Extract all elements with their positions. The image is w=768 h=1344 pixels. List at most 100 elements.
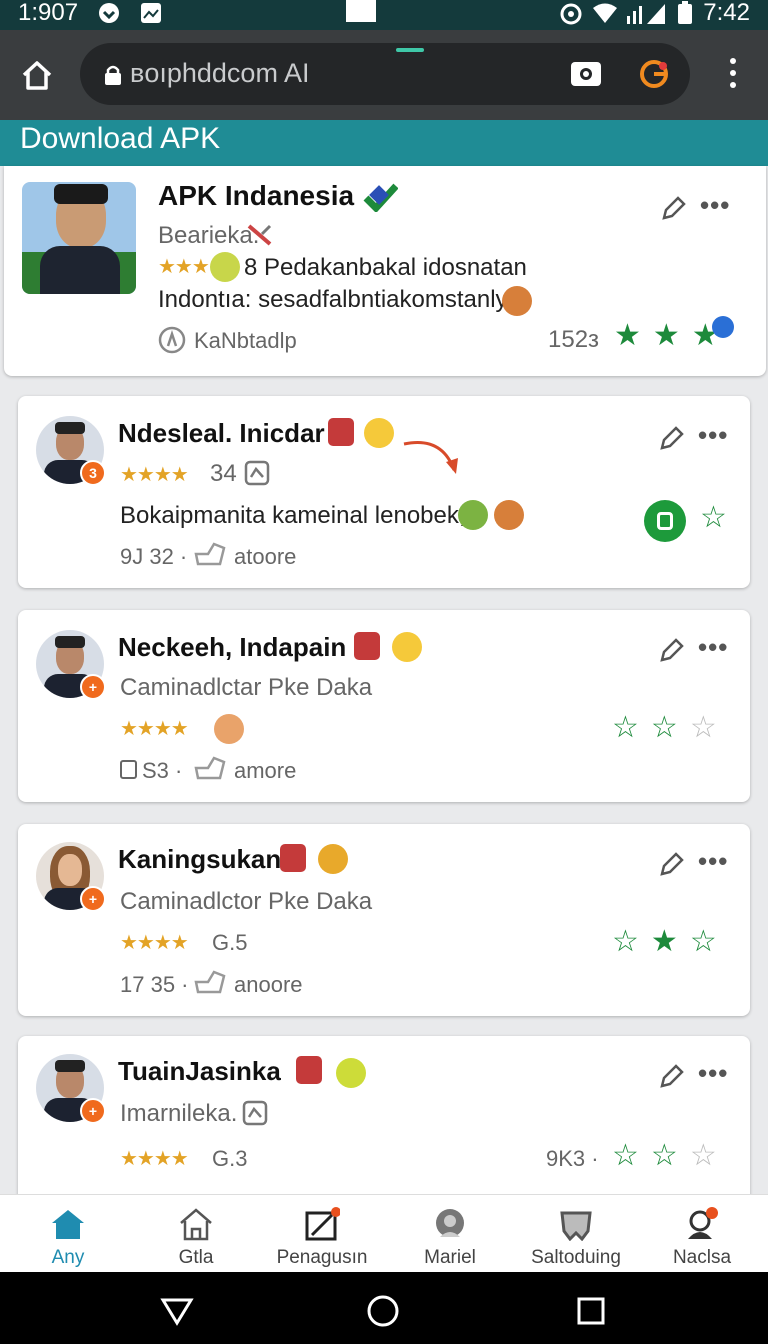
emoji-icon bbox=[318, 844, 348, 874]
star-outline-icon[interactable]: ☆ bbox=[612, 1138, 639, 1173]
edit-icon[interactable] bbox=[658, 1062, 686, 1090]
avatar-badge: 3 bbox=[80, 460, 106, 486]
recents-icon[interactable] bbox=[576, 1296, 606, 1326]
star-outline-icon[interactable]: ☆ bbox=[700, 500, 727, 535]
star-rating[interactable]: ☆ ★ ☆ bbox=[600, 924, 717, 959]
featured-line-1: 8 Pedakanbakal idosnatan bbox=[244, 254, 527, 281]
avatar-badge: + bbox=[80, 1098, 106, 1124]
star-outline-icon[interactable]: ☆ bbox=[651, 1138, 678, 1173]
emoji-face-icon bbox=[214, 714, 244, 744]
system-navigation-bar bbox=[0, 1272, 768, 1344]
bottom-navigation: Any Gtla Penagusın Mariel Saltoduing Nac… bbox=[0, 1194, 768, 1273]
emoji-icon bbox=[210, 252, 240, 282]
emoji-face-icon bbox=[502, 286, 532, 316]
address-bar[interactable]: ʙoıphddcom AI bbox=[80, 43, 690, 105]
notification-dot-icon bbox=[712, 316, 734, 338]
more-options-icon[interactable]: ••• bbox=[698, 420, 728, 451]
rating-value: G.5 bbox=[212, 930, 248, 955]
gallery-icon bbox=[141, 3, 161, 23]
edit-icon[interactable] bbox=[658, 850, 686, 878]
thumbs-up-icon bbox=[194, 970, 226, 994]
star-filled-icon[interactable]: ★ bbox=[614, 318, 641, 353]
star-outline-icon[interactable]: ☆ bbox=[612, 710, 639, 745]
app-card[interactable]: + Kaningsukan Caminadlctor Pke Daka ★★★★… bbox=[18, 824, 750, 1016]
url-text[interactable]: ʙoıphddcom AI bbox=[130, 58, 309, 89]
featured-line-2: Indontıa: sesadfalbntiakomstanly bbox=[158, 286, 508, 313]
home-outline-icon bbox=[180, 1208, 212, 1241]
emoji-icon bbox=[336, 1058, 366, 1088]
featured-app-title[interactable]: APK Indanesia bbox=[158, 180, 354, 212]
rating-stars: ★★★★ bbox=[120, 1148, 189, 1170]
star-rating[interactable]: ☆ ☆ ☆ bbox=[600, 1138, 717, 1173]
app-subtitle: Caminadlctor Pke Daka bbox=[120, 888, 373, 915]
star-filled-icon[interactable]: ★ bbox=[651, 924, 678, 959]
app-title[interactable]: TuainJasinka bbox=[118, 1056, 281, 1087]
pin-badge-icon[interactable] bbox=[644, 500, 686, 542]
meta-label[interactable]: atoore bbox=[234, 544, 296, 570]
avatar-badge: + bbox=[80, 674, 106, 700]
gift-icon bbox=[458, 500, 488, 530]
star-rating[interactable]: ☆ ☆ ☆ bbox=[600, 710, 717, 745]
image-icon bbox=[242, 1100, 268, 1126]
more-options-icon[interactable]: ••• bbox=[698, 632, 728, 663]
app-card[interactable]: 3 Ndesleal. Inicdar ★★★★ 34 Bokaipmanita… bbox=[18, 396, 750, 588]
meta-count: S3 · bbox=[142, 758, 183, 783]
star-empty-icon[interactable]: ☆ bbox=[690, 1138, 717, 1173]
more-options-icon[interactable]: ••• bbox=[698, 846, 728, 877]
featured-app-card[interactable]: APK Indanesia Bearieka. ★★★ 8 Pedakanbak… bbox=[4, 166, 766, 376]
overflow-menu-icon[interactable] bbox=[730, 58, 738, 94]
signal-icon bbox=[627, 4, 666, 24]
page-title: Download APK bbox=[20, 122, 221, 155]
meta-count: 9J 32 · bbox=[120, 544, 188, 569]
star-empty-icon[interactable]: ☆ bbox=[690, 710, 717, 745]
star-outline-icon[interactable]: ☆ bbox=[690, 924, 717, 959]
edit-icon[interactable] bbox=[658, 636, 686, 664]
wifi-icon bbox=[593, 3, 618, 23]
google-icon[interactable] bbox=[638, 58, 670, 90]
app-subtitle: Imarnileka. bbox=[120, 1100, 238, 1127]
app-card[interactable]: + Neckeeh, Indapain Caminadlctar Pke Dak… bbox=[18, 610, 750, 802]
home-circle-icon[interactable] bbox=[366, 1294, 400, 1328]
nav-label: Gtla bbox=[178, 1247, 214, 1268]
edit-square-icon bbox=[305, 1207, 340, 1241]
app-subtitle: Caminadlctar Pke Daka bbox=[120, 674, 373, 701]
featured-app-image bbox=[22, 182, 136, 294]
featured-developer[interactable]: KaNbtadlp bbox=[194, 328, 297, 354]
profile-icon bbox=[688, 1207, 718, 1239]
home-filled-icon bbox=[52, 1210, 84, 1239]
smiley-icon bbox=[392, 632, 422, 662]
edit-icon[interactable] bbox=[660, 194, 688, 222]
checkbox-icon[interactable] bbox=[120, 760, 138, 780]
home-icon[interactable] bbox=[20, 58, 54, 92]
battery-icon bbox=[678, 1, 693, 24]
meta-label[interactable]: anoore bbox=[234, 972, 303, 998]
more-options-icon[interactable]: ••• bbox=[700, 190, 730, 221]
star-outline-icon[interactable]: ☆ bbox=[651, 710, 678, 745]
featured-rating-stars: ★★★ bbox=[158, 256, 210, 278]
avatar-badge: + bbox=[80, 886, 106, 912]
page-header: Download APK bbox=[0, 120, 768, 166]
bookmark-icon bbox=[328, 418, 354, 446]
app-title[interactable]: Kaningsukan bbox=[118, 844, 281, 875]
nav-label: Saltoduing bbox=[531, 1247, 621, 1268]
edit-icon[interactable] bbox=[658, 424, 686, 452]
rating-value: G.3 bbox=[212, 1146, 248, 1171]
screenshot-icon[interactable] bbox=[570, 59, 602, 89]
back-icon[interactable] bbox=[160, 1296, 194, 1326]
trash-icon bbox=[296, 1056, 322, 1084]
nav-label: Penagusın bbox=[276, 1247, 368, 1268]
star-filled-icon[interactable]: ★ bbox=[653, 318, 680, 353]
rating-stars: ★★★★ bbox=[120, 932, 189, 954]
app-title[interactable]: Neckeeh, Indapain bbox=[118, 632, 346, 663]
star-rating[interactable]: ☆ bbox=[688, 500, 727, 535]
alarm-icon bbox=[560, 3, 582, 25]
featured-star-rating[interactable]: ★ ★ ★ bbox=[602, 318, 719, 353]
app-card[interactable]: + TuainJasinka Imarnileka. ★★★★ G.3 9K3 … bbox=[18, 1036, 750, 1206]
app-title[interactable]: Ndesleal. Inicdar bbox=[118, 418, 325, 449]
nav-label: Mariel bbox=[424, 1247, 476, 1268]
featured-count: 152з bbox=[548, 326, 600, 353]
meta-label[interactable]: amore bbox=[234, 758, 296, 784]
browser-toolbar: ʙoıphddcom AI bbox=[0, 30, 768, 120]
more-options-icon[interactable]: ••• bbox=[698, 1058, 728, 1089]
star-outline-icon[interactable]: ☆ bbox=[612, 924, 639, 959]
